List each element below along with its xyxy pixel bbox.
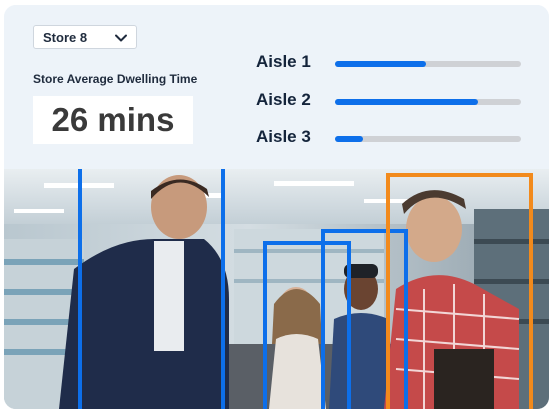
aisle-row-2: Aisle 2 (256, 88, 526, 114)
aisle-label: Aisle 1 (256, 52, 311, 71)
chevron-down-icon (115, 34, 127, 42)
aisle-progress-track (335, 61, 521, 67)
camera-feed-image (4, 169, 549, 409)
aisle-progress-fill (335, 99, 479, 105)
aisle-row-1: Aisle 1 (256, 50, 526, 76)
camera-feed (4, 169, 549, 409)
dashboard-card: Store 8 Store Average Dwelling Time 26 m… (4, 5, 549, 409)
aisle-row-3: Aisle 3 (256, 125, 526, 151)
store-select-value: Store 8 (43, 29, 88, 45)
aisle-progress-track (335, 99, 521, 105)
aisle-progress-track (335, 136, 521, 142)
aisle-progress-fill (335, 136, 363, 142)
aisle-label: Aisle 2 (256, 90, 311, 109)
dwelling-time-label: Store Average Dwelling Time (33, 72, 198, 86)
store-select-dropdown[interactable]: Store 8 (33, 25, 137, 49)
aisle-label: Aisle 3 (256, 127, 311, 146)
dwelling-time-value: 26 mins (33, 96, 193, 144)
metrics-panel: Store 8 Store Average Dwelling Time 26 m… (4, 5, 549, 169)
aisle-progress-fill (335, 61, 427, 67)
